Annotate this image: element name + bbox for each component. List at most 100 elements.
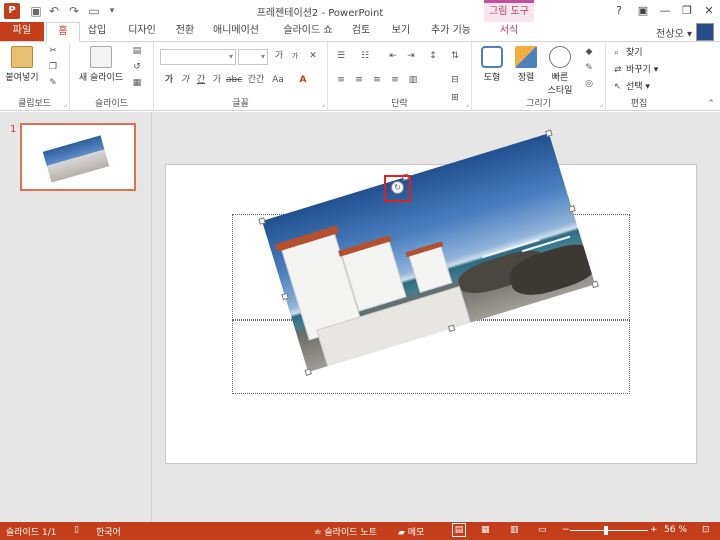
decrease-indent-icon[interactable]: ⇤	[386, 50, 400, 63]
shape-fill-icon[interactable]: ◆	[582, 46, 596, 59]
comments-button[interactable]: ▰ 메모	[398, 525, 424, 538]
status-bar: 슬라이드 1/1 ▯ 한국어 ≐ 슬라이드 노트 ▰ 메모 ▤ ▦ ▥ ▭ − …	[0, 522, 720, 540]
collapse-ribbon-icon[interactable]: ⌃	[704, 98, 718, 111]
underline-button[interactable]: 간	[194, 74, 208, 87]
tab-addins[interactable]: 추가 기능	[422, 22, 480, 42]
align-right-icon[interactable]: ≡	[370, 74, 384, 87]
italic-button[interactable]: 가	[178, 74, 192, 87]
tab-view[interactable]: 보기	[386, 22, 416, 42]
new-slide-button[interactable]: 새 슬라이드	[74, 46, 128, 83]
zoom-level[interactable]: 56 %	[664, 525, 687, 535]
change-case-button[interactable]: Aa	[270, 74, 286, 87]
notes-icon: ≐	[314, 528, 325, 538]
select-button[interactable]: ↖ 선택 ▾	[614, 80, 650, 94]
restore-button[interactable]: ❐	[676, 2, 698, 20]
editing-group: ⌕ 찾기 ⇄ 바꾸기 ▾ ↖ 선택 ▾ 편집	[606, 42, 672, 111]
font-name-combo[interactable]: ▾	[160, 49, 236, 65]
ribbon-display-icon[interactable]: ▣	[632, 2, 654, 20]
tab-transitions[interactable]: 전환	[170, 22, 200, 42]
redo-icon[interactable]: ↷	[66, 3, 82, 19]
reset-icon[interactable]: ↺	[130, 61, 144, 74]
save-icon[interactable]: ▣	[28, 3, 44, 19]
clipboard-dialog-launcher-icon[interactable]: ⌟	[64, 100, 67, 108]
tab-animations[interactable]: 애니메이션	[206, 22, 266, 42]
align-left-icon[interactable]: ≡	[334, 74, 348, 87]
rotate-icon[interactable]: ↻	[391, 181, 404, 194]
tab-format[interactable]: 서식	[494, 22, 524, 42]
customize-toolbar-icon[interactable]: ▾	[104, 3, 120, 19]
slide-sorter-icon[interactable]: ▦	[481, 525, 490, 535]
editing-group-label: 편집	[630, 99, 648, 109]
zoom-slider-thumb[interactable]	[604, 526, 608, 535]
spellcheck-icon[interactable]: ▯	[74, 525, 79, 535]
help-button[interactable]: ?	[608, 2, 630, 20]
notes-label: 슬라이드 노트	[324, 528, 377, 538]
zoom-out-button[interactable]: −	[562, 525, 570, 535]
find-button[interactable]: ⌕ 찾기	[614, 46, 643, 60]
paste-label: 붙여넣기	[5, 73, 39, 83]
quick-styles-button[interactable]: 빠른 스타일	[542, 46, 578, 96]
slideshow-view-icon[interactable]: ▭	[538, 525, 547, 535]
justify-icon[interactable]: ≡	[388, 74, 402, 87]
tab-insert[interactable]: 삽입	[82, 22, 112, 42]
slides-group-label: 슬라이드	[94, 99, 129, 109]
thumbnail-image	[42, 135, 110, 183]
increase-indent-icon[interactable]: ⇥	[404, 50, 418, 63]
shape-outline-icon[interactable]: ✎	[582, 62, 596, 75]
zoom-slider[interactable]	[570, 530, 648, 531]
char-spacing-button[interactable]: 간간	[246, 74, 266, 87]
zoom-in-button[interactable]: +	[650, 525, 658, 535]
copy-icon[interactable]: ❐	[46, 61, 60, 74]
columns-icon[interactable]: ▥	[406, 74, 420, 87]
tab-design[interactable]: 디자인	[122, 22, 162, 42]
paragraph-dialog-launcher-icon[interactable]: ⌟	[466, 100, 469, 108]
arrange-button[interactable]: 정렬	[510, 46, 542, 83]
numbering-icon[interactable]: ☷	[358, 50, 372, 63]
fit-to-window-icon[interactable]: ⊡	[702, 525, 710, 535]
start-from-beginning-icon[interactable]: ▭	[86, 3, 102, 19]
shape-effects-icon[interactable]: ◎	[582, 78, 596, 91]
bullets-icon[interactable]: ☰	[334, 50, 348, 63]
layout-icon[interactable]: ▤	[130, 45, 144, 58]
section-icon[interactable]: ▦	[130, 77, 144, 90]
align-center-icon[interactable]: ≡	[352, 74, 366, 87]
new-slide-label: 새 슬라이드	[78, 73, 124, 83]
shrink-font-icon[interactable]: 가	[288, 50, 302, 63]
shapes-button[interactable]: 도형	[476, 46, 508, 83]
clear-formatting-icon[interactable]: ✕	[306, 50, 320, 63]
bold-button[interactable]: 가	[162, 74, 176, 87]
clipboard-icon	[11, 46, 33, 68]
normal-view-icon[interactable]: ▤	[452, 523, 466, 537]
cut-icon[interactable]: ✂	[46, 45, 60, 58]
tab-home[interactable]: 홈	[46, 22, 80, 42]
undo-icon[interactable]: ↶	[46, 3, 62, 19]
text-direction-icon[interactable]: ⇅	[448, 50, 462, 63]
minimize-button[interactable]: —	[654, 2, 676, 20]
tab-review[interactable]: 검토	[346, 22, 376, 42]
notes-button[interactable]: ≐ 슬라이드 노트	[314, 525, 377, 538]
font-color-icon[interactable]: A	[296, 74, 310, 87]
tab-slideshow[interactable]: 슬라이드 쇼	[276, 22, 340, 42]
slide-thumbnail[interactable]	[20, 123, 136, 191]
chevron-down-icon: ▾	[260, 52, 265, 61]
line-spacing-icon[interactable]: ↕	[426, 50, 440, 63]
font-size-combo[interactable]: ▾	[238, 49, 268, 65]
binoculars-icon: ⌕	[614, 48, 620, 58]
shadow-button[interactable]: 가	[210, 74, 224, 87]
replace-button[interactable]: ⇄ 바꾸기 ▾	[614, 63, 658, 77]
format-painter-icon[interactable]: ✎	[46, 77, 60, 90]
avatar[interactable]	[696, 23, 714, 41]
user-account[interactable]: 전상오 ▾	[656, 25, 692, 40]
language-indicator[interactable]: 한국어	[96, 525, 121, 538]
paste-button[interactable]: 붙여넣기	[2, 46, 42, 83]
grow-font-icon[interactable]: 가	[272, 50, 286, 63]
font-dialog-launcher-icon[interactable]: ⌟	[322, 100, 325, 108]
drawing-dialog-launcher-icon[interactable]: ⌟	[600, 100, 603, 108]
tab-file[interactable]: 파일	[0, 22, 44, 42]
paragraph-group: ☰ ☷ ⇤ ⇥ ↕ ⇅ ≡ ≡ ≡ ≡ ▥ ⊟ ⊞ 단락 ⌟	[328, 42, 472, 111]
align-text-icon[interactable]: ⊟	[448, 74, 462, 87]
quick-styles-label-2: 스타일	[547, 86, 573, 96]
strikethrough-button[interactable]: abc	[226, 74, 242, 87]
close-button[interactable]: ✕	[698, 2, 720, 20]
reading-view-icon[interactable]: ▥	[510, 525, 519, 535]
